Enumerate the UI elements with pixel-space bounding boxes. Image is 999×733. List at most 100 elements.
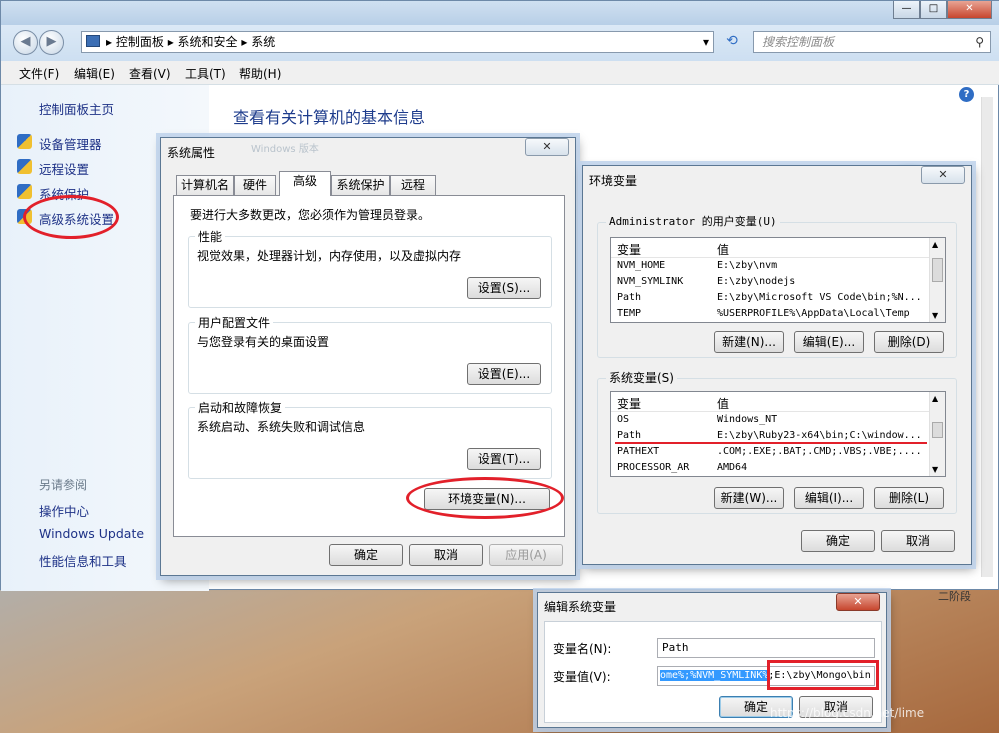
- selected-text: ome%;%NVM_SYMLINK%: [660, 670, 769, 681]
- group-label: 系统变量(S): [606, 369, 677, 386]
- search-icon[interactable]: ⚲: [975, 32, 984, 52]
- var-value: Windows_NT: [717, 414, 778, 425]
- list-header: 变量 值: [611, 238, 945, 258]
- var-value: %USERPROFILE%\AppData\Local\Temp: [717, 308, 910, 319]
- table-row[interactable]: PROCESSOR_AR AMD64: [611, 460, 945, 476]
- main-scrollbar[interactable]: [981, 97, 993, 577]
- forward-button[interactable]: ▶: [39, 30, 64, 55]
- scroll-thumb[interactable]: [932, 422, 943, 438]
- menu-view[interactable]: 查看(V): [129, 65, 171, 82]
- address-row: ◀ ▶ ▸ 控制面板 ▸ 系统和安全 ▸ 系统 ▾ ⟲ 搜索控制面板 ⚲: [1, 25, 999, 61]
- refresh-icon[interactable]: ⟲: [719, 33, 745, 53]
- scroll-up-icon[interactable]: ▲: [932, 240, 938, 249]
- performance-settings-button[interactable]: 设置(S)...: [467, 277, 541, 299]
- title-bar: — □ ✕: [1, 1, 999, 25]
- environment-variables-dialog: 环境变量 ✕ Administrator 的用户变量(U) 变量 值 NVM_H…: [582, 165, 972, 565]
- system-new-button[interactable]: 新建(W)...: [714, 487, 784, 509]
- breadcrumb[interactable]: ▸ 控制面板 ▸ 系统和安全 ▸ 系统 ▾: [81, 31, 714, 53]
- dialog-title: 环境变量: [589, 174, 638, 188]
- menu-help[interactable]: 帮助(H): [239, 65, 281, 82]
- maximize-button[interactable]: □: [920, 1, 947, 19]
- red-underline: [615, 442, 927, 444]
- group-desc: 视觉效果，处理器计划，内存使用，以及虚拟内存: [197, 249, 462, 263]
- tab-advanced[interactable]: 高级: [279, 171, 331, 196]
- scroll-down-icon[interactable]: ▼: [932, 465, 938, 474]
- minimize-button[interactable]: —: [893, 1, 920, 19]
- scroll-up-icon[interactable]: ▲: [932, 394, 938, 403]
- performance-tools-link[interactable]: 性能信息和工具: [39, 551, 127, 570]
- action-center-link[interactable]: 操作中心: [39, 501, 89, 520]
- menu-tools[interactable]: 工具(T): [185, 65, 226, 82]
- dialog-title: 编辑系统变量: [544, 600, 617, 614]
- col-variable[interactable]: 变量: [617, 395, 641, 412]
- group-desc: 与您登录有关的桌面设置: [197, 335, 330, 349]
- search-input[interactable]: 搜索控制面板 ⚲: [753, 31, 991, 53]
- table-row[interactable]: NVM_HOME E:\zby\nvm: [611, 258, 945, 274]
- user-new-button[interactable]: 新建(N)...: [714, 331, 784, 353]
- var-name: PROCESSOR_AR: [617, 462, 690, 473]
- control-panel-home-link[interactable]: 控制面板主页: [39, 99, 114, 118]
- close-button[interactable]: ✕: [836, 593, 880, 611]
- dropdown-icon[interactable]: ▾: [703, 32, 709, 52]
- close-button[interactable]: ✕: [947, 1, 992, 19]
- cancel-button[interactable]: 取消: [409, 544, 483, 566]
- name-label: 变量名(N):: [553, 642, 612, 656]
- user-variables-group: Administrator 的用户变量(U) 变量 值 NVM_HOME E:\z…: [597, 213, 957, 358]
- computer-icon: [86, 35, 100, 47]
- profile-settings-button[interactable]: 设置(E)...: [467, 363, 541, 385]
- windows-update-link[interactable]: Windows Update: [39, 526, 144, 541]
- menu-edit[interactable]: 编辑(E): [74, 65, 115, 82]
- var-value: E:\zby\Microsoft VS Code\bin;%N...: [717, 292, 922, 303]
- list-scrollbar[interactable]: ▲ ▼: [929, 238, 945, 322]
- help-icon[interactable]: ?: [959, 87, 974, 102]
- apply-button[interactable]: 应用(A): [489, 544, 563, 566]
- ok-button[interactable]: 确定: [801, 530, 875, 552]
- menu-file[interactable]: 文件(F): [19, 65, 59, 82]
- ok-button[interactable]: 确定: [329, 544, 403, 566]
- watermark: https://blog.csdn.net/lime: [770, 706, 925, 720]
- shield-icon: [17, 159, 32, 174]
- breadcrumb-sep-icon: ▸: [241, 35, 252, 49]
- scroll-thumb[interactable]: [932, 258, 943, 282]
- desktop-text: 二阶段: [938, 590, 971, 603]
- var-value: .COM;.EXE;.BAT;.CMD;.VBS;.VBE;....: [717, 446, 922, 457]
- user-edit-button[interactable]: 编辑(E)...: [794, 331, 864, 353]
- var-value: E:\zby\nvm: [717, 260, 778, 271]
- system-variables-list[interactable]: 变量 值 OS Windows_NT Path E:\zby\Ruby23-x64\…: [610, 391, 946, 477]
- system-edit-button[interactable]: 编辑(I)...: [794, 487, 864, 509]
- system-delete-button[interactable]: 删除(L): [874, 487, 944, 509]
- back-button[interactable]: ◀: [13, 30, 38, 55]
- tab-remote[interactable]: 远程: [390, 175, 436, 195]
- tab-hardware[interactable]: 硬件: [234, 175, 276, 195]
- table-row[interactable]: OS Windows_NT: [611, 412, 945, 428]
- red-highlight-ring: [23, 195, 119, 239]
- group-label: 启动和故障恢复: [195, 399, 286, 416]
- table-row[interactable]: Path E:\zby\Microsoft VS Code\bin;%N...: [611, 290, 945, 306]
- remote-settings-link[interactable]: 远程设置: [39, 159, 89, 178]
- table-row[interactable]: PATHEXT .COM;.EXE;.BAT;.CMD;.VBS;.VBE;...…: [611, 444, 945, 460]
- table-row[interactable]: TEMP %USERPROFILE%\AppData\Local\Temp: [611, 306, 945, 322]
- table-row[interactable]: NVM_SYMLINK E:\zby\nodejs: [611, 274, 945, 290]
- var-name: PATHEXT: [617, 446, 660, 457]
- variable-name-field[interactable]: Path: [657, 638, 875, 658]
- tab-system-protection[interactable]: 系统保护: [331, 175, 390, 195]
- startup-settings-button[interactable]: 设置(T)...: [467, 448, 541, 470]
- cancel-button[interactable]: 取消: [881, 530, 955, 552]
- user-delete-button[interactable]: 删除(D): [874, 331, 944, 353]
- breadcrumb-item[interactable]: 系统和安全: [178, 35, 238, 49]
- group-label: Administrator 的用户变量(U): [606, 213, 780, 229]
- col-variable[interactable]: 变量: [617, 241, 641, 258]
- group-label: 性能: [195, 228, 226, 245]
- scroll-down-icon[interactable]: ▼: [932, 311, 938, 320]
- col-value[interactable]: 值: [717, 241, 729, 258]
- performance-group: 性能 视觉效果，处理器计划，内存使用，以及虚拟内存 设置(S)...: [188, 228, 552, 308]
- close-button[interactable]: ✕: [921, 166, 965, 184]
- breadcrumb-item[interactable]: 控制面板: [116, 35, 164, 49]
- device-manager-link[interactable]: 设备管理器: [39, 134, 102, 153]
- tab-computer-name[interactable]: 计算机名: [176, 175, 234, 195]
- close-button[interactable]: ✕: [525, 138, 569, 156]
- list-scrollbar[interactable]: ▲ ▼: [929, 392, 945, 476]
- user-variables-list[interactable]: 变量 值 NVM_HOME E:\zby\nvm NVM_SYMLINK E:\zb…: [610, 237, 946, 323]
- breadcrumb-item[interactable]: 系统: [251, 35, 275, 49]
- col-value[interactable]: 值: [717, 395, 729, 412]
